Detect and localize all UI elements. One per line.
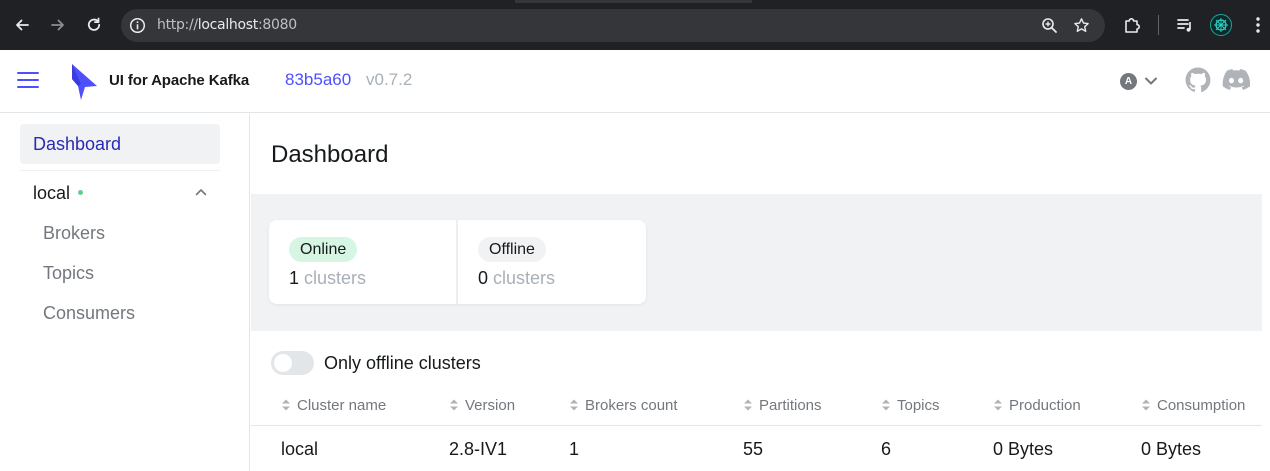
col-topics[interactable]: Topics [881, 397, 940, 414]
sidebar-item-topics[interactable]: Topics [43, 263, 94, 284]
reload-button[interactable] [83, 14, 105, 36]
chevron-down-icon [1145, 77, 1157, 85]
sort-icon [882, 399, 890, 411]
page-title: Dashboard [271, 141, 389, 168]
cell-consumption: 0 Bytes [1141, 439, 1202, 459]
github-icon[interactable] [1185, 67, 1211, 93]
sort-icon [744, 399, 752, 411]
clusters-table-header: Cluster name Version Brokers count Parti… [251, 390, 1262, 426]
discord-icon[interactable] [1222, 69, 1250, 91]
col-production[interactable]: Production [993, 397, 1081, 414]
col-version[interactable]: Version [449, 397, 515, 414]
table-row[interactable]: local 2.8-IV1 1 55 6 0 Bytes 0 Bytes [251, 427, 1262, 471]
profile-icon [1214, 18, 1228, 32]
tab-strip-edge [0, 0, 1270, 3]
url-scheme: http:// [157, 17, 198, 33]
chrome-menu-icon[interactable] [1250, 16, 1266, 34]
arrow-left-icon [16, 19, 29, 31]
media-queue-icon[interactable] [1175, 15, 1195, 35]
offline-only-switch[interactable] [271, 351, 314, 375]
online-clusters-count: 1 clusters [289, 268, 367, 288]
cluster-status-dot [78, 190, 83, 195]
address-bar[interactable]: http://localhost:8080 [121, 9, 1105, 42]
user-avatar: A [1120, 73, 1137, 90]
bookmark-star-icon[interactable] [1073, 17, 1090, 34]
user-menu[interactable]: A [1120, 72, 1160, 92]
version-label: v0.7.2 [366, 70, 413, 89]
metrics-section: Online 1 clusters Offline 0 clusters [251, 194, 1262, 331]
profile-avatar[interactable] [1210, 14, 1232, 36]
reload-icon [87, 17, 101, 31]
cluster-name: local [33, 183, 71, 203]
cell-production: 0 Bytes [993, 439, 1054, 459]
offline-only-label: Only offline clusters [324, 353, 481, 373]
cell-partitions: 55 [743, 439, 764, 459]
sidebar-divider [20, 170, 220, 171]
sort-icon [994, 399, 1002, 411]
menu-toggle-icon[interactable] [17, 72, 39, 90]
switch-knob [274, 354, 292, 372]
sidebar-item-label: Dashboard [33, 134, 122, 154]
url-port: :8080 [257, 17, 297, 33]
extensions-puzzle-icon[interactable] [1122, 15, 1142, 35]
col-brokers-count[interactable]: Brokers count [569, 397, 678, 414]
sort-icon [450, 399, 458, 411]
page-edge [1262, 114, 1270, 471]
cell-topics: 6 [881, 439, 892, 459]
sidebar: Dashboard local Brokers Topics Consumers [0, 114, 250, 471]
sidebar-item-dashboard[interactable]: Dashboard [20, 124, 220, 164]
sidebar-cluster-local[interactable]: local [20, 176, 220, 208]
back-button[interactable] [11, 14, 33, 36]
toolbar-separator [1158, 15, 1159, 35]
offline-badge: Offline [478, 237, 546, 262]
site-info-icon[interactable] [129, 17, 146, 34]
app-header: UI for Apache Kafka 83b5a60 v0.7.2 A [0, 50, 1270, 113]
offline-filter-row: Only offline clusters [271, 350, 571, 376]
sidebar-item-brokers[interactable]: Brokers [43, 223, 105, 244]
col-consumption[interactable]: Consumption [1141, 397, 1245, 414]
zoom-icon[interactable] [1041, 17, 1058, 34]
col-partitions[interactable]: Partitions [743, 397, 822, 414]
metric-online: Online 1 clusters [269, 220, 456, 304]
url-host: localhost [197, 17, 258, 33]
sort-icon [282, 399, 290, 411]
cell-cluster-name[interactable]: local [281, 439, 318, 460]
main-content: Dashboard Online 1 clusters Offline 0 cl… [251, 114, 1262, 471]
url-text[interactable]: http://localhost:8080 [157, 17, 297, 34]
online-badge: Online [289, 237, 358, 262]
cluster-metrics-card: Online 1 clusters Offline 0 clusters [269, 220, 646, 304]
chevron-up-icon[interactable] [194, 185, 208, 199]
arrow-right-icon [51, 19, 64, 31]
browser-toolbar: http://localhost:8080 [0, 0, 1270, 50]
col-cluster-name[interactable]: Cluster name [281, 397, 386, 414]
sort-icon [1142, 399, 1150, 411]
sort-icon [570, 399, 578, 411]
cell-version: 2.8-IV1 [449, 439, 508, 459]
kafka-ui-logo-icon[interactable] [68, 62, 100, 102]
forward-button[interactable] [47, 14, 69, 36]
commit-link[interactable]: 83b5a60 [285, 70, 351, 90]
cell-brokers-count: 1 [569, 439, 580, 459]
offline-clusters-count: 0 clusters [478, 268, 556, 288]
metric-offline: Offline 0 clusters [458, 220, 646, 304]
app-title[interactable]: UI for Apache Kafka [109, 72, 249, 89]
sidebar-item-consumers[interactable]: Consumers [43, 303, 135, 324]
